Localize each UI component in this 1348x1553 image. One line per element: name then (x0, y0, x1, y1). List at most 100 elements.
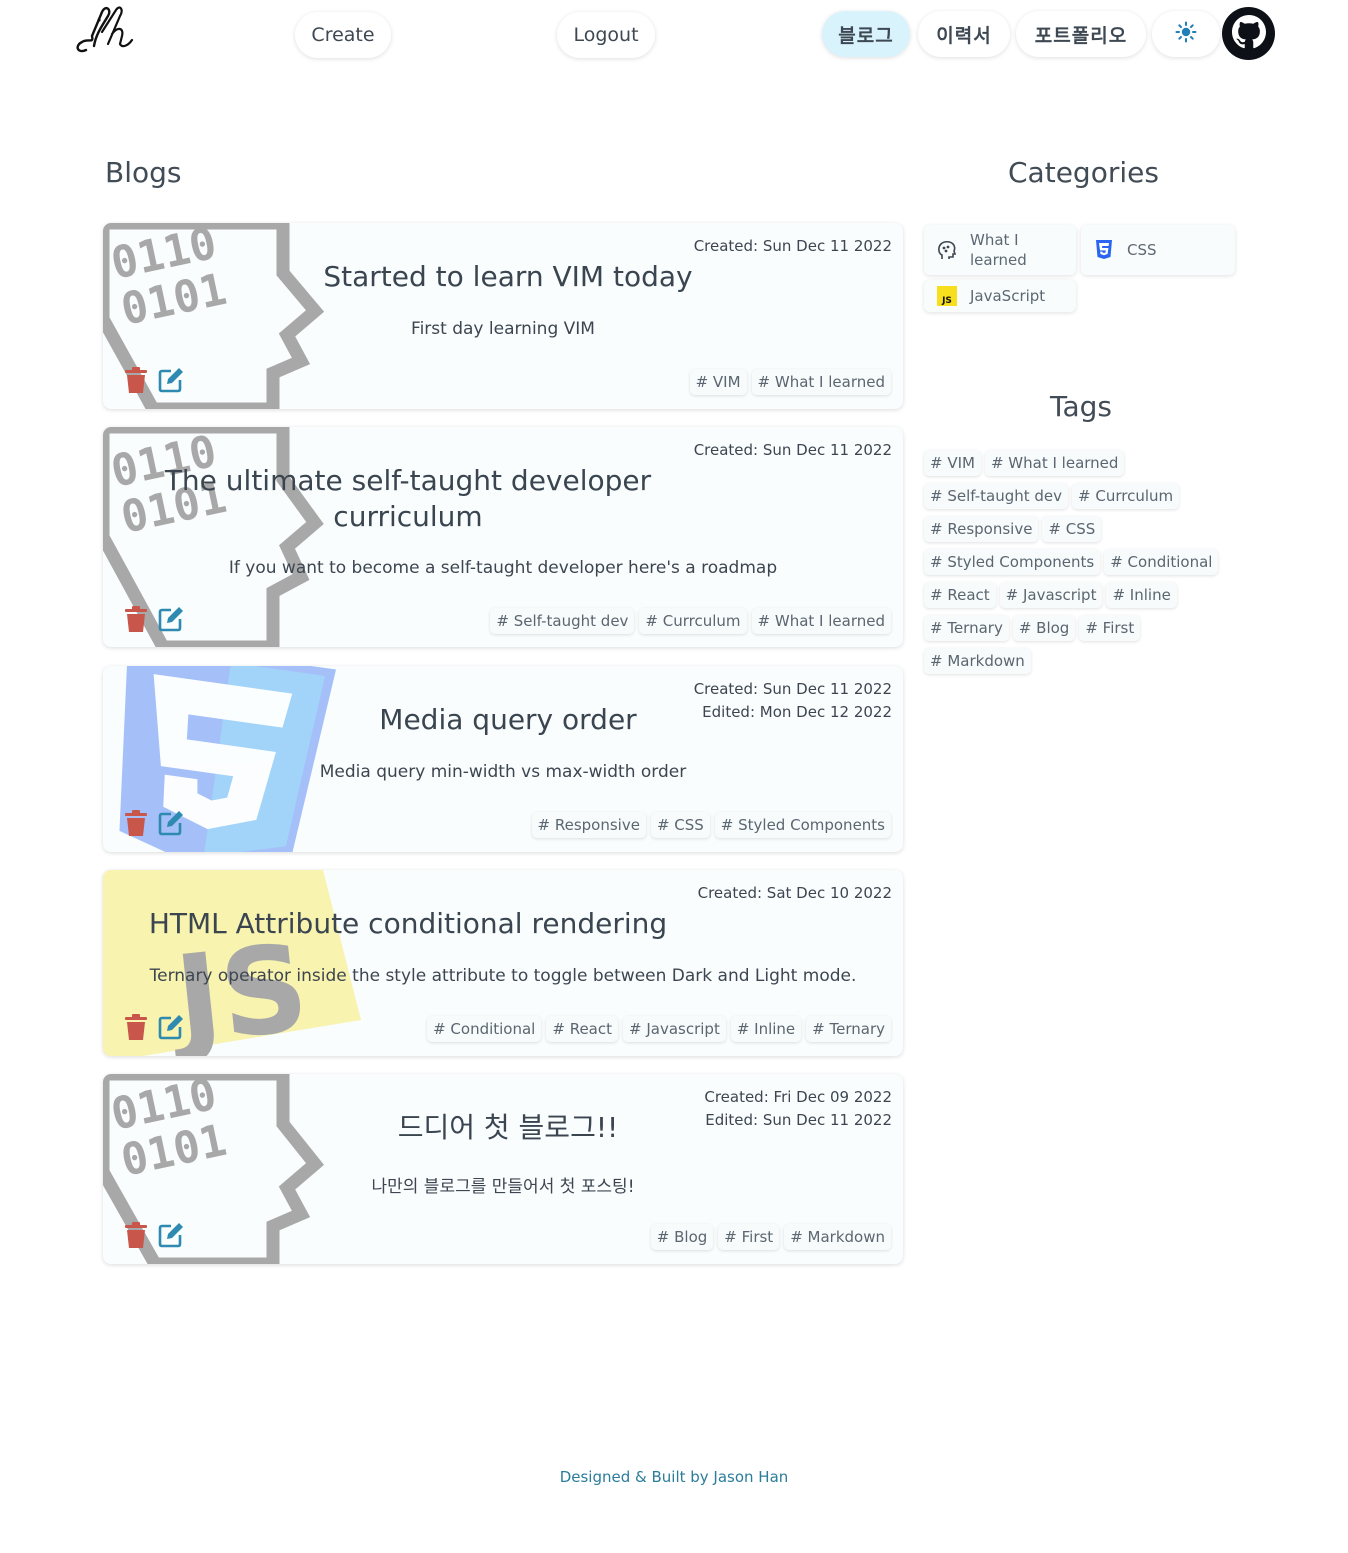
site-logo[interactable] (72, 6, 138, 56)
tag-chip[interactable]: # Javascript (623, 1016, 726, 1042)
tag-chip[interactable]: # What I learned (751, 369, 891, 395)
post-tags: # VIM # What I learned (689, 369, 891, 395)
post-tags: # Blog # First # Markdown (650, 1224, 891, 1250)
tag-chip[interactable]: # VIM (689, 369, 747, 395)
post-date: Created: Sun Dec 11 2022 (693, 441, 892, 459)
category-label: CSS (1127, 241, 1157, 259)
tag-chip[interactable]: # Self-taught dev (490, 608, 635, 634)
github-icon (1231, 14, 1266, 53)
category-javascript[interactable]: JS JavaScript (924, 280, 1076, 312)
tag-chip[interactable]: # Markdown (924, 648, 1031, 674)
trash-icon (125, 810, 147, 840)
theme-toggle-button[interactable] (1152, 11, 1220, 57)
edit-icon (158, 606, 184, 636)
post-title[interactable]: The ultimate self-taught developer curri… (103, 463, 713, 535)
tag-chip[interactable]: # Markdown (784, 1224, 891, 1250)
edit-icon (158, 1014, 184, 1044)
tag-chip[interactable]: # Blog (650, 1224, 714, 1250)
edit-post-button[interactable] (158, 1015, 184, 1043)
blogs-heading: Blogs (105, 156, 182, 189)
edit-icon (158, 810, 184, 840)
post-description: If you want to become a self-taught deve… (228, 558, 778, 578)
create-button[interactable]: Create (295, 12, 391, 58)
site-header: Create Logout 블로그 이력서 포트폴리오 (0, 0, 1348, 80)
category-label: What I learned (970, 231, 1027, 269)
post-title[interactable]: Media query order (203, 702, 813, 738)
edit-icon (158, 367, 184, 397)
tag-chip[interactable]: # React (546, 1016, 618, 1042)
post-title[interactable]: Started to learn VIM today (203, 259, 813, 295)
categories-heading: Categories (1008, 156, 1159, 189)
blog-card[interactable]: JS Created: Sat Dec 10 2022 HTML Attribu… (103, 870, 903, 1056)
tag-chip[interactable]: # Responsive (924, 516, 1039, 542)
tag-chip[interactable]: # Self-taught dev (924, 483, 1069, 509)
nav-resume-button[interactable]: 이력서 (918, 11, 1010, 57)
edit-icon (158, 1222, 184, 1252)
post-description: First day learning VIM (411, 319, 595, 339)
post-description: 나만의 블로그를 만들어서 첫 포스팅! (371, 1177, 635, 1197)
category-css[interactable]: CSS (1081, 225, 1235, 275)
trash-icon (125, 606, 147, 636)
tag-chip[interactable]: # Inline (730, 1016, 802, 1042)
blog-card[interactable]: 0110 0101 Created: Sun Dec 11 2022 Start… (103, 223, 903, 409)
delete-post-button[interactable] (123, 1014, 149, 1044)
category-what-i-learned[interactable]: What I learned (924, 225, 1076, 275)
tag-chip[interactable]: # First (1079, 615, 1141, 641)
site-footer: Designed & Built by Jason Han (559, 1468, 789, 1486)
delete-post-button[interactable] (123, 606, 149, 636)
tag-chip[interactable]: # CSS (650, 812, 710, 838)
tag-chip[interactable]: # CSS (1042, 516, 1102, 542)
js-icon: JS (936, 285, 958, 307)
tag-chip[interactable]: # Javascript (999, 582, 1103, 608)
tag-chip[interactable]: # Currculum (1072, 483, 1180, 509)
delete-post-button[interactable] (123, 810, 149, 840)
tag-chip[interactable]: # VIM (924, 450, 981, 476)
tag-chip[interactable]: # What I learned (984, 450, 1125, 476)
post-date: Created: Sun Dec 11 2022 (693, 237, 892, 255)
tag-chip[interactable]: # Currculum (639, 608, 747, 634)
trash-icon (125, 367, 147, 397)
tag-chip[interactable]: # Responsive (531, 812, 646, 838)
trash-icon (125, 1014, 147, 1044)
tag-chip[interactable]: # Ternary (806, 1016, 891, 1042)
edit-post-button[interactable] (158, 368, 184, 396)
tag-chip[interactable]: # Styled Components (924, 549, 1101, 575)
category-label: JavaScript (970, 287, 1046, 305)
tag-chip[interactable]: # Blog (1012, 615, 1076, 641)
edit-post-button[interactable] (158, 607, 184, 635)
post-tags: # Self-taught dev # Currculum # What I l… (490, 608, 891, 634)
blog-card[interactable]: 0110 0101 Created: Fri Dec 09 2022 Edite… (103, 1074, 903, 1264)
tag-chip[interactable]: # What I learned (751, 608, 891, 634)
tag-chip[interactable]: # Styled Components (714, 812, 891, 838)
blog-card[interactable]: Created: Sun Dec 11 2022 Edited: Mon Dec… (103, 666, 903, 852)
post-tags: # Conditional # React # Javascript # Inl… (427, 1016, 891, 1042)
trash-icon (125, 1222, 147, 1252)
delete-post-button[interactable] (123, 367, 149, 397)
tag-chip[interactable]: # First (718, 1224, 780, 1250)
nav-blog-button[interactable]: 블로그 (822, 11, 910, 57)
post-date: Created: Sat Dec 10 2022 (697, 884, 892, 902)
nav-portfolio-button[interactable]: 포트폴리오 (1016, 11, 1146, 57)
post-tags: # Responsive # CSS # Styled Components (531, 812, 891, 838)
github-button[interactable] (1222, 7, 1275, 60)
tag-chip[interactable]: # Conditional (1104, 549, 1219, 575)
edit-post-button[interactable] (158, 1223, 184, 1251)
tag-chip[interactable]: # Inline (1106, 582, 1177, 608)
svg-text:JS: JS (941, 296, 952, 306)
css3-icon (1093, 239, 1115, 261)
edit-post-button[interactable] (158, 811, 184, 839)
delete-post-button[interactable] (123, 1222, 149, 1252)
tag-chip[interactable]: # React (924, 582, 996, 608)
post-description: Ternary operator inside the style attrib… (149, 966, 857, 986)
blog-card[interactable]: 0110 0101 Created: Sun Dec 11 2022 The u… (103, 427, 903, 647)
sun-icon (1175, 21, 1197, 48)
logout-button[interactable]: Logout (557, 12, 655, 58)
brain-head-icon (936, 239, 958, 261)
post-title[interactable]: HTML Attribute conditional rendering (103, 906, 713, 942)
tag-chip[interactable]: # Ternary (924, 615, 1009, 641)
post-description: Media query min-width vs max-width order (319, 762, 687, 782)
tag-cloud: # VIM # What I learned # Self-taught dev… (924, 450, 1244, 674)
tags-heading: Tags (1050, 390, 1112, 423)
tag-chip[interactable]: # Conditional (427, 1016, 542, 1042)
post-title[interactable]: 드디어 첫 블로그!! (203, 1110, 813, 1146)
